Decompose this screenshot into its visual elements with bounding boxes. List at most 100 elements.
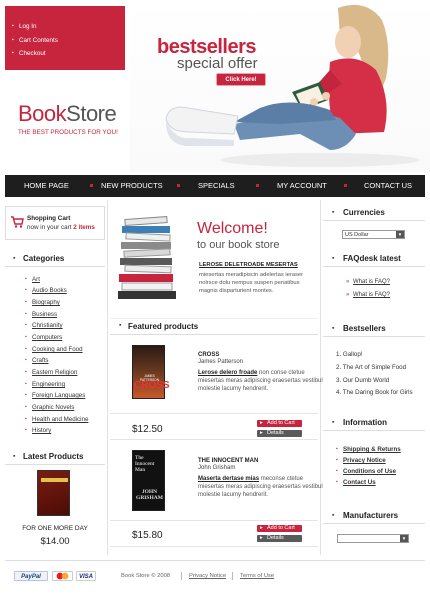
nav-separator bbox=[90, 184, 93, 187]
currencies-heading: Currencies bbox=[323, 204, 425, 221]
product-description: Maserta dertase mias meconse ctetue mies… bbox=[198, 475, 325, 499]
add-to-cart-button[interactable]: Add to Cart bbox=[257, 525, 302, 532]
product-cover-cross[interactable]: JAMES PATTERSON CROSS bbox=[132, 345, 170, 399]
product-price: $15.80 bbox=[132, 530, 163, 541]
product-cover-innocent-man[interactable]: The Innocent Man JOHN GRISHAM bbox=[132, 450, 165, 511]
manufacturers-select[interactable]: ▼ bbox=[337, 534, 409, 543]
latest-product-price: $14.00 bbox=[40, 536, 70, 547]
promo-hero-image bbox=[130, 0, 430, 172]
category-eastern-religion[interactable]: Eastern Religion bbox=[25, 369, 77, 376]
footer-terms-link[interactable]: Terms of Use bbox=[240, 573, 274, 579]
categories-heading: Categories bbox=[5, 250, 105, 267]
welcome-link[interactable]: LEROSE DELETROADE MESERTAS bbox=[199, 262, 298, 268]
bestseller-item[interactable]: 1. Gallop! bbox=[336, 351, 362, 358]
cart-count[interactable]: 2 items bbox=[73, 224, 95, 231]
nav-separator bbox=[256, 184, 259, 187]
column-divider bbox=[107, 200, 108, 555]
footer-privacy-link[interactable]: Privacy Notice bbox=[189, 573, 226, 579]
latest-product-title[interactable]: FOR ONE MORE DAY bbox=[10, 525, 100, 532]
product-desc-link[interactable]: Maserta dertase mias bbox=[198, 476, 259, 482]
product-price: $12.50 bbox=[132, 424, 163, 435]
cart-icon bbox=[11, 216, 24, 228]
product-title[interactable]: THE INNOCENT MAN bbox=[198, 458, 258, 464]
category-history[interactable]: History bbox=[25, 427, 51, 434]
category-graphic-novels[interactable]: Graphic Novels bbox=[25, 404, 74, 411]
info-contact-us[interactable]: Contact Us bbox=[336, 479, 376, 486]
category-health-and-medicine[interactable]: Health and Medicine bbox=[25, 416, 88, 423]
category-cooking-and-food[interactable]: Cooking and Food bbox=[25, 346, 83, 353]
faqdesk-heading: FAQdesk latest bbox=[323, 250, 425, 267]
info-privacy-notice[interactable]: Privacy Notice bbox=[336, 457, 386, 464]
product-title[interactable]: CROSS bbox=[198, 352, 219, 358]
cover-title: The Innocent Man bbox=[135, 455, 155, 473]
add-to-cart-button[interactable]: Add to Cart bbox=[257, 420, 302, 427]
category-computers[interactable]: Computers bbox=[25, 334, 62, 341]
category-engineering[interactable]: Engineering bbox=[25, 381, 65, 388]
visa-logo: VISA bbox=[76, 571, 96, 581]
cover-author: JOHN GRISHAM bbox=[136, 489, 163, 501]
category-crafts[interactable]: Crafts bbox=[25, 357, 48, 364]
product-desc-link[interactable]: Lerose delero froade bbox=[198, 370, 257, 376]
checkout-link[interactable]: Checkout bbox=[12, 50, 46, 57]
category-business[interactable]: Business bbox=[25, 311, 57, 318]
cart-summary-text: now in your cart bbox=[27, 224, 72, 231]
nav-separator bbox=[344, 184, 347, 187]
nav-new-products[interactable]: NEW PRODUCTS bbox=[101, 175, 163, 197]
nav-specials[interactable]: SPECIALS bbox=[198, 175, 235, 197]
nav-contact-us[interactable]: CONTACT US bbox=[364, 175, 412, 197]
category-foreign-languages[interactable]: Foreign Languages bbox=[25, 392, 85, 399]
login-link[interactable]: Log In bbox=[12, 23, 36, 30]
chevron-down-icon: ▼ bbox=[400, 535, 408, 542]
details-button[interactable]: Details bbox=[257, 430, 302, 437]
faq-link[interactable]: What is FAQ? bbox=[346, 279, 390, 285]
info-conditions-of-use[interactable]: Conditions of Use bbox=[336, 468, 396, 475]
girl-reading-illustration bbox=[165, 4, 420, 167]
nav-separator bbox=[177, 184, 180, 187]
bestsellers-heading: Bestsellers bbox=[323, 320, 425, 337]
main-nav: HOME PAGE NEW PRODUCTS SPECIALS MY ACCOU… bbox=[5, 175, 425, 197]
cart-title: Shopping Cart bbox=[27, 215, 71, 222]
information-heading: Information bbox=[323, 414, 425, 431]
logo-store: Store bbox=[66, 101, 117, 126]
featured-products-title: Featured products bbox=[128, 322, 199, 331]
latest-products-heading: Latest Products bbox=[5, 448, 105, 465]
welcome-text: miesertas meradipiscin adelertas ieraser… bbox=[199, 272, 304, 294]
details-button[interactable]: Details bbox=[257, 535, 302, 542]
category-christianity[interactable]: Christianity bbox=[25, 322, 63, 329]
promo-subheadline: special offer bbox=[177, 55, 258, 72]
nav-home[interactable]: HOME PAGE bbox=[24, 175, 69, 197]
mastercard-icon bbox=[52, 571, 73, 581]
book-stack-illustration bbox=[118, 216, 176, 299]
latest-product-cover[interactable] bbox=[37, 470, 70, 516]
bestseller-item[interactable]: 2. The Art of Simple Food bbox=[336, 364, 406, 371]
category-audio-books[interactable]: Audio Books bbox=[25, 287, 67, 294]
category-art[interactable]: Art bbox=[25, 276, 40, 283]
category-biography[interactable]: Biography bbox=[25, 299, 60, 306]
featured-products-heading: Featured products bbox=[110, 318, 318, 335]
product-author: James Patterson bbox=[198, 359, 244, 365]
welcome-heading: Welcome! bbox=[197, 220, 268, 237]
product-author: John Grisham bbox=[198, 465, 236, 471]
top-account-menu: Log In Cart Contents Checkout bbox=[5, 6, 125, 70]
logo-book: Book bbox=[18, 101, 67, 126]
nav-my-account[interactable]: MY ACCOUNT bbox=[277, 175, 327, 197]
chevron-down-icon: ▼ bbox=[396, 231, 404, 238]
cover-title: CROSS bbox=[134, 380, 170, 391]
footer-separator bbox=[232, 572, 233, 580]
product-description: Lerose delero froade non conse ctetue mi… bbox=[198, 369, 325, 393]
cart-summary: now in your cart 2 items bbox=[27, 224, 95, 231]
currency-select[interactable]: US Dollar ▼ bbox=[342, 230, 405, 239]
store-logo[interactable]: BookStore bbox=[18, 101, 117, 127]
cart-contents-link[interactable]: Cart Contents bbox=[12, 37, 58, 44]
manufacturers-heading: Manufacturers bbox=[323, 507, 425, 524]
bestseller-item[interactable]: 3. Our Dumb World bbox=[336, 377, 389, 384]
faq-link[interactable]: What is FAQ? bbox=[346, 292, 390, 298]
footer-separator bbox=[181, 572, 182, 580]
bestseller-item[interactable]: 4. The Daring Book for Girls bbox=[336, 389, 413, 396]
paypal-logo: PayPal bbox=[14, 571, 48, 581]
welcome-subheading: to our book store bbox=[197, 239, 280, 251]
store-tagline: THE BEST PRODUCTS FOR YOU! bbox=[18, 129, 118, 136]
footer-divider bbox=[5, 560, 425, 561]
info-shipping-returns[interactable]: Shipping & Returns bbox=[336, 446, 401, 453]
promo-click-button[interactable]: Click Here! bbox=[216, 73, 266, 86]
